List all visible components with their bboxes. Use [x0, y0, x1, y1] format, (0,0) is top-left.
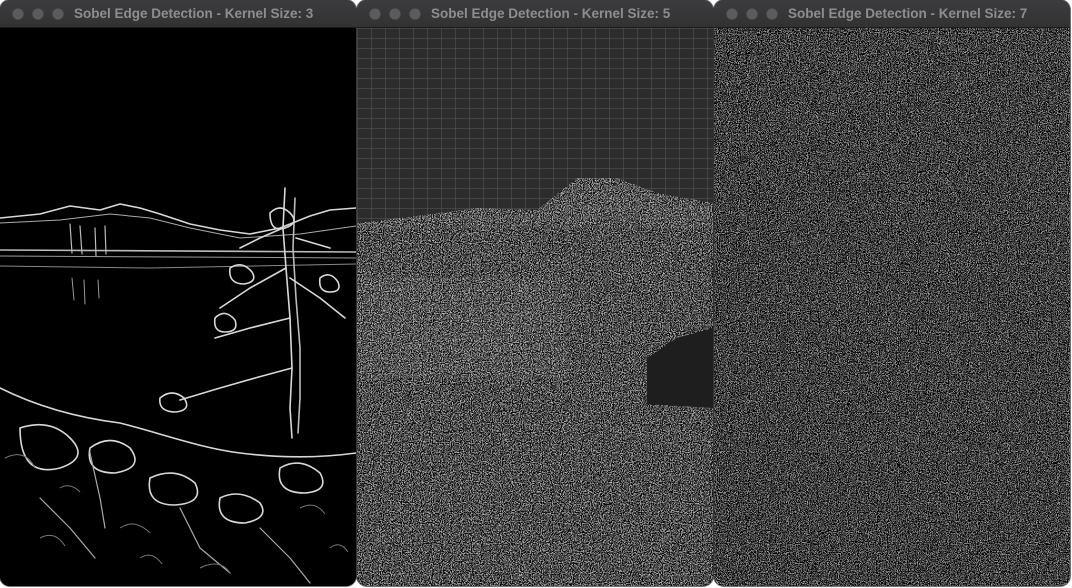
minimize-icon[interactable]	[389, 7, 401, 20]
window-title: Sobel Edge Detection - Kernel Size: 7	[788, 6, 1028, 21]
edge-image	[714, 28, 1070, 586]
minimize-icon[interactable]	[32, 7, 44, 20]
titlebar[interactable]: Sobel Edge Detection - Kernel Size: 3	[0, 0, 356, 28]
zoom-icon[interactable]	[409, 7, 421, 20]
traffic-lights	[714, 7, 786, 20]
minimize-icon[interactable]	[746, 7, 758, 20]
image-canvas	[357, 28, 713, 586]
traffic-lights	[0, 7, 72, 20]
titlebar[interactable]: Sobel Edge Detection - Kernel Size: 5	[357, 0, 713, 28]
zoom-icon[interactable]	[52, 7, 64, 20]
close-icon[interactable]	[726, 7, 738, 20]
close-icon[interactable]	[369, 7, 381, 20]
traffic-lights	[357, 7, 429, 20]
edge-image	[357, 28, 713, 586]
titlebar[interactable]: Sobel Edge Detection - Kernel Size: 7	[714, 0, 1070, 28]
edge-image	[0, 28, 356, 586]
zoom-icon[interactable]	[766, 7, 778, 20]
image-canvas	[714, 28, 1070, 586]
image-canvas	[0, 28, 356, 586]
desktop: Sobel Edge Detection - Kernel Size: 3 So…	[0, 0, 1072, 588]
window-kernel-5[interactable]: Sobel Edge Detection - Kernel Size: 5	[357, 0, 713, 586]
window-title: Sobel Edge Detection - Kernel Size: 3	[74, 6, 314, 21]
window-kernel-7[interactable]: Sobel Edge Detection - Kernel Size: 7	[714, 0, 1070, 586]
window-title: Sobel Edge Detection - Kernel Size: 5	[431, 6, 671, 21]
window-kernel-3[interactable]: Sobel Edge Detection - Kernel Size: 3	[0, 0, 356, 586]
close-icon[interactable]	[12, 7, 24, 20]
